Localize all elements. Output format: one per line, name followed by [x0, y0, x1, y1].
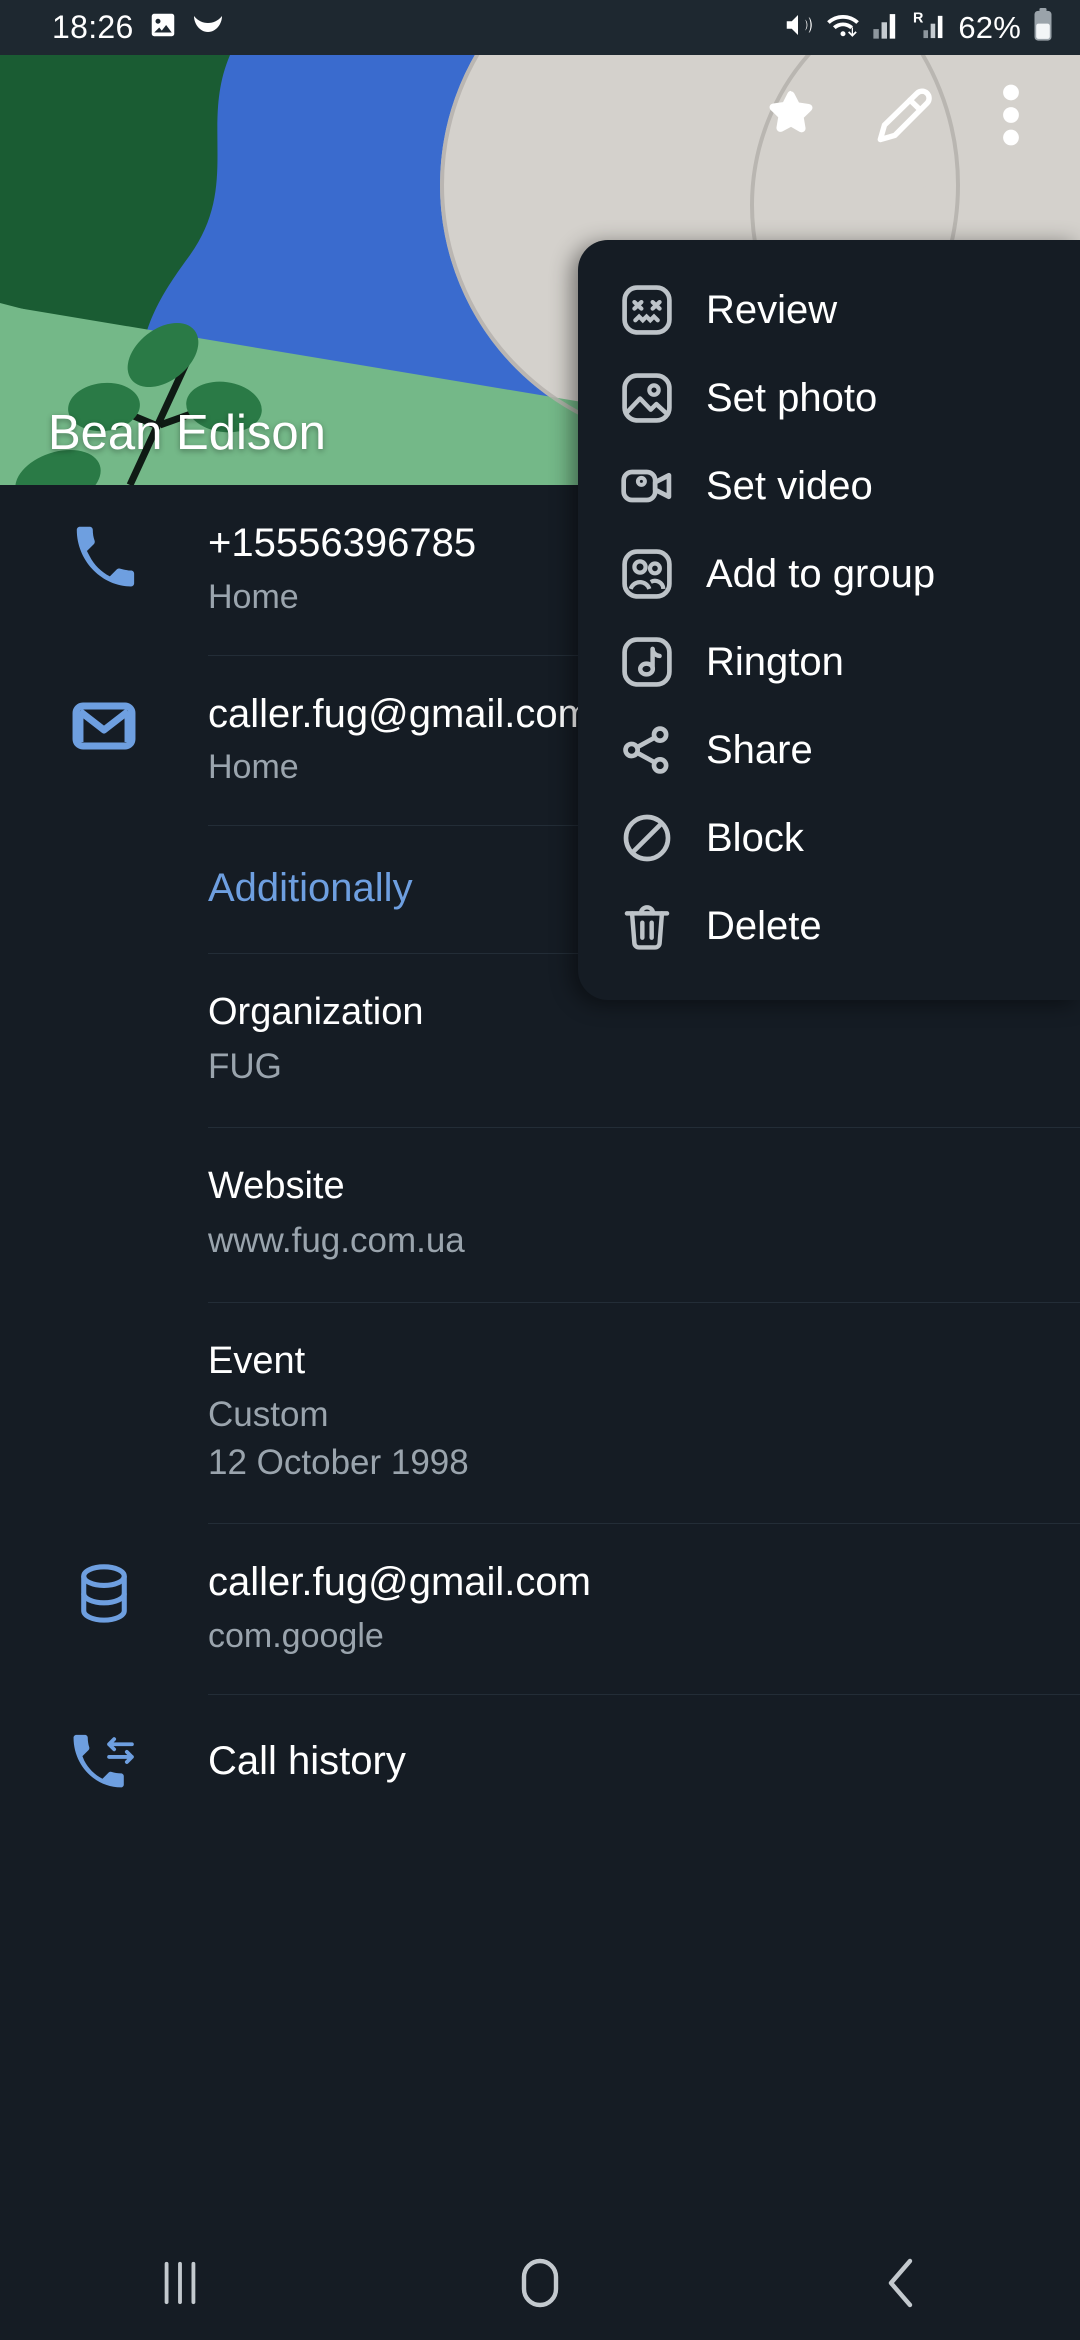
event-body: Event Custom 12 October 1998 — [208, 1339, 1040, 1486]
menu-item-set-photo[interactable]: Set photo — [578, 354, 1080, 442]
people-icon — [610, 546, 684, 602]
menu-item-block[interactable]: Block — [578, 794, 1080, 882]
call-history-label: Call history — [208, 1739, 406, 1784]
trash-icon — [610, 898, 684, 954]
status-bar-right: R 62% — [782, 8, 1054, 47]
menu-item-label: Share — [706, 727, 813, 772]
gmail-icon — [0, 690, 208, 758]
contact-action-bar — [0, 55, 1080, 180]
wifi-icon — [825, 10, 861, 45]
menu-item-set-video[interactable]: Set video — [578, 442, 1080, 530]
event-date: 12 October 1998 — [208, 1442, 469, 1482]
menu-item-label: Add to group — [706, 551, 936, 596]
database-icon — [0, 1558, 208, 1626]
call-history-icon — [0, 1729, 208, 1795]
roaming-signal-icon: R — [913, 9, 947, 46]
recents-icon — [157, 2257, 203, 2314]
account-type: com.google — [208, 1616, 384, 1655]
battery-percent: 62% — [958, 9, 1021, 45]
status-bar-left: 18:26 — [52, 9, 224, 46]
recents-button[interactable] — [80, 2230, 280, 2340]
call-history-row[interactable]: Call history — [0, 1695, 1080, 1829]
share-icon — [610, 722, 684, 778]
music-note-icon — [610, 634, 684, 690]
contact-name: Bean Edison — [48, 406, 326, 460]
event-type: Custom — [208, 1395, 329, 1435]
gallery-icon — [148, 10, 178, 45]
back-icon — [882, 2256, 918, 2315]
menu-item-label: Set video — [706, 463, 873, 508]
three-dots-icon — [1002, 84, 1020, 151]
home-button[interactable] — [440, 2230, 640, 2340]
video-camera-icon — [610, 458, 684, 514]
phone-icon — [0, 519, 208, 587]
additionally-link[interactable]: Additionally — [208, 866, 413, 911]
star-icon — [761, 86, 821, 149]
battery-icon — [1032, 8, 1054, 47]
home-icon — [520, 2256, 560, 2315]
favorite-star-button[interactable] — [736, 63, 846, 173]
status-bar: 18:26 R 62% — [0, 0, 1080, 55]
mute-icon — [782, 10, 814, 45]
block-icon — [610, 810, 684, 866]
account-email: caller.fug@gmail.com — [208, 1560, 591, 1605]
back-button[interactable] — [800, 2230, 1000, 2340]
overflow-menu-button[interactable] — [956, 63, 1066, 173]
edit-contact-button[interactable] — [846, 63, 956, 173]
signal-icon — [872, 10, 902, 45]
menu-item-label: Block — [706, 815, 804, 860]
image-icon — [610, 370, 684, 426]
overflow-popup-menu: Review Set photo Set video Add to group … — [578, 240, 1080, 1000]
menu-item-review[interactable]: Review — [578, 266, 1080, 354]
website-label: Website — [208, 1165, 345, 1208]
organization-value: FUG — [208, 1046, 282, 1086]
svg-text:R: R — [913, 10, 924, 26]
account-row[interactable]: caller.fug@gmail.com com.google — [0, 1524, 1080, 1694]
menu-item-label: Set photo — [706, 375, 878, 420]
organization-body: Organization FUG — [208, 990, 1040, 1089]
review-face-icon — [610, 282, 684, 338]
event-label: Event — [208, 1339, 306, 1382]
menu-item-add-to-group[interactable]: Add to group — [578, 530, 1080, 618]
leaf-icon — [192, 14, 224, 41]
website-body: Website www.fug.com.ua — [208, 1164, 1040, 1263]
menu-item-label: Rington — [706, 639, 844, 684]
system-nav-bar — [0, 2230, 1080, 2340]
website-field[interactable]: Website www.fug.com.ua — [0, 1128, 1080, 1301]
pencil-icon — [870, 84, 932, 151]
account-body: caller.fug@gmail.com com.google — [208, 1558, 1040, 1660]
menu-item-share[interactable]: Share — [578, 706, 1080, 794]
menu-item-label: Delete — [706, 903, 822, 948]
status-clock: 18:26 — [52, 9, 134, 45]
call-history-body: Call history — [208, 1737, 1040, 1786]
menu-item-rington[interactable]: Rington — [578, 618, 1080, 706]
menu-item-delete[interactable]: Delete — [578, 882, 1080, 970]
menu-item-label: Review — [706, 287, 838, 332]
website-value: www.fug.com.ua — [208, 1221, 465, 1261]
event-field[interactable]: Event Custom 12 October 1998 — [0, 1303, 1080, 1524]
